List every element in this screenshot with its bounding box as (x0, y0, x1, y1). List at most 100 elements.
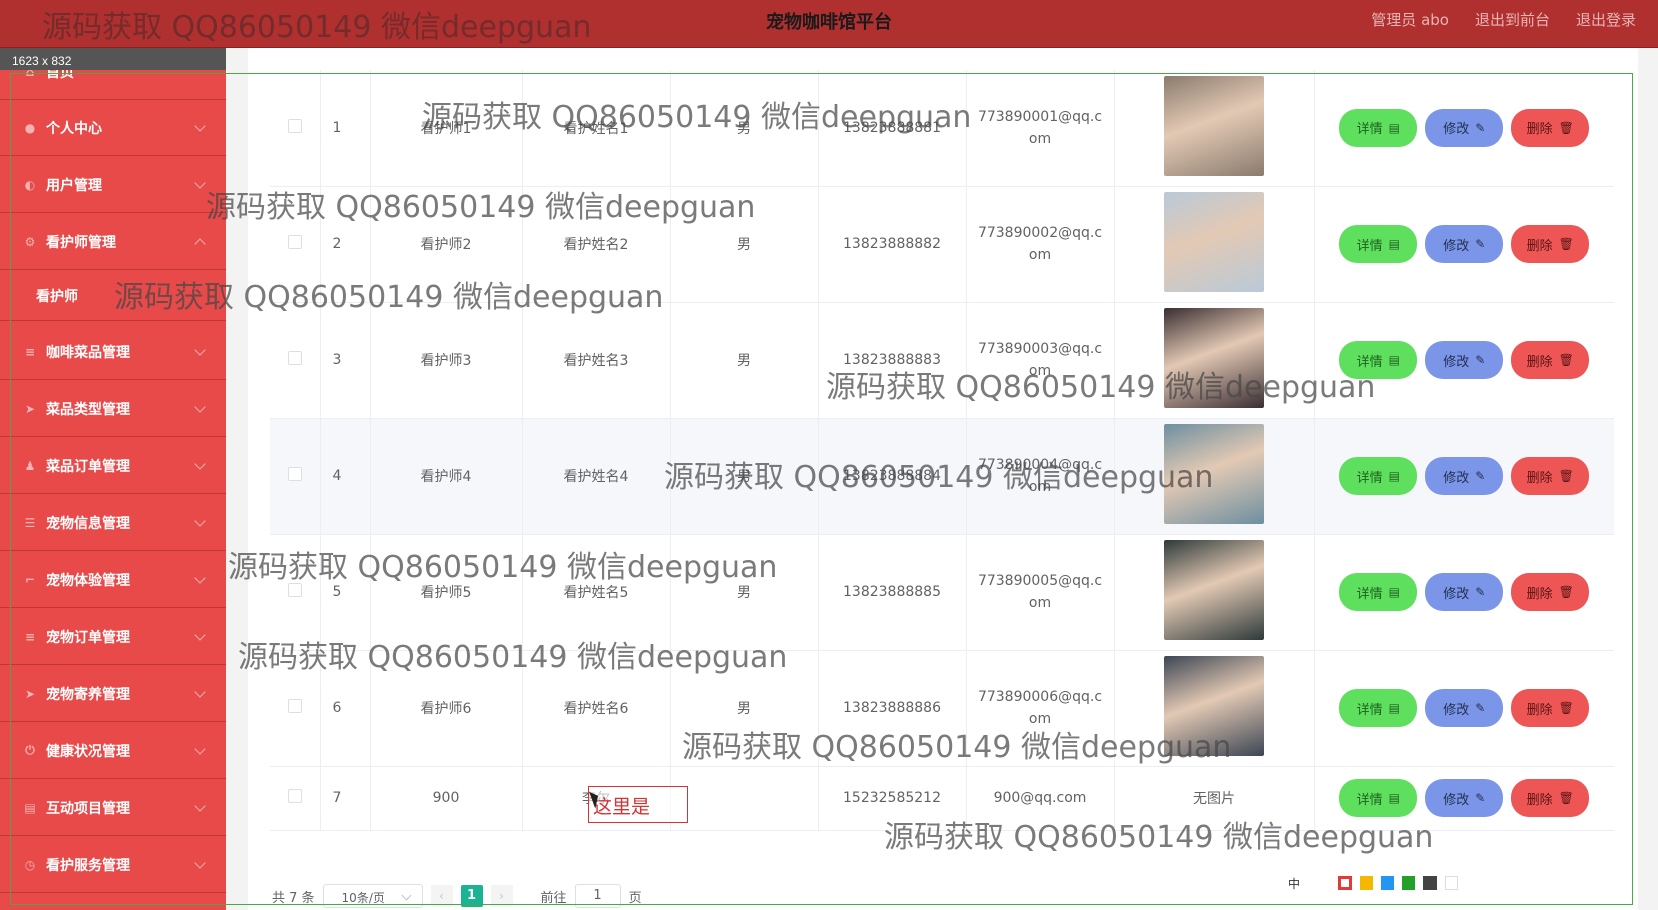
row-checkbox[interactable] (287, 235, 302, 249)
row-checkbox[interactable] (287, 467, 302, 481)
prev-page-button[interactable]: ‹ (430, 885, 453, 907)
delete-button-label: 删除 (1526, 122, 1553, 138)
row-checkbox[interactable] (287, 118, 302, 133)
edit-button-label: 修改 (1443, 702, 1470, 718)
detail-button[interactable]: 详情 ▤ (1339, 108, 1418, 147)
sidebar-item-13[interactable]: ◷ 看护服务管理 (0, 837, 226, 893)
watermark: 源码获取 QQ86050149 微信deepguan (238, 640, 788, 675)
sidebar-item-5[interactable]: ➤ 菜品类型管理 (0, 381, 226, 437)
row-index: 7 (320, 766, 371, 831)
caregiver-photo-cell (1114, 186, 1315, 303)
watermark: 源码获取 QQ86050149 微信deepguan (114, 280, 664, 315)
edit-icon: ✎ (1475, 585, 1486, 599)
detail-button[interactable]: 详情 ▤ (1339, 225, 1418, 263)
color-swatch[interactable] (1380, 876, 1395, 890)
row-checkbox[interactable] (287, 699, 302, 713)
sidebar-item-label: 宠物体验管理 (46, 572, 130, 589)
page-1-button[interactable]: 1 (460, 885, 483, 907)
annotation-textbox[interactable]: 这里是 (588, 786, 688, 823)
delete-button[interactable]: 删除 🗑 (1511, 779, 1590, 817)
caregiver-account: 900 (370, 766, 523, 831)
detail-button-label: 详情 (1356, 792, 1383, 808)
delete-button[interactable]: 删除 🗑 (1511, 108, 1590, 147)
crop-icon: ⌐ (24, 572, 36, 587)
color-swatch[interactable] (1444, 876, 1459, 890)
language-toggle[interactable]: 中 (1288, 875, 1300, 892)
color-swatch[interactable] (1423, 876, 1437, 890)
watermark: 源码获取 QQ86050149 微信deepguan (826, 370, 1376, 405)
sidebar-item-label: 互动项目管理 (46, 800, 130, 817)
delete-button-label: 删除 (1526, 702, 1553, 718)
user-icon: ● (24, 120, 36, 135)
goto-label: 前往 (540, 890, 567, 906)
sidebar-item-label: 个人中心 (46, 120, 102, 137)
edit-button-label: 修改 (1443, 470, 1470, 486)
sidebar-item-2[interactable]: ◐ 用户管理 (0, 157, 226, 213)
sidebar-item-label: 宠物信息管理 (46, 515, 130, 532)
detail-icon: ▤ (1388, 791, 1400, 805)
detail-button-label: 详情 (1356, 586, 1383, 602)
sidebar-item-10[interactable]: ➤ 宠物寄养管理 (0, 666, 226, 722)
dimensions-label: 1623 x 832 (0, 48, 226, 70)
delete-button[interactable]: 删除 🗑 (1511, 225, 1590, 263)
page-size-select[interactable]: 10条/页 (322, 884, 423, 908)
edit-button[interactable]: 修改 ✎ (1425, 225, 1504, 263)
delete-icon: 🗑 (1558, 701, 1574, 715)
sidebar-item-7[interactable]: ☰ 宠物信息管理 (0, 495, 226, 551)
delete-icon: 🗑 (1558, 353, 1574, 367)
sidebar-item-label: 看护服务管理 (46, 857, 130, 874)
caregiver-sex: 男 (670, 302, 819, 419)
caregiver-photo (1164, 192, 1264, 292)
sidebar-item-9[interactable]: ≡ 宠物订单管理 (0, 609, 226, 665)
sidebar-item-3[interactable]: ⚙ 看护师管理 (0, 214, 226, 270)
sidebar-item-11[interactable]: ⏻ 健康状况管理 (0, 723, 226, 779)
to-front-link[interactable]: 退出到前台 (1475, 9, 1550, 30)
sidebar-item-label: 咖啡菜品管理 (46, 344, 130, 361)
goto-page-input[interactable]: 1 (574, 884, 621, 908)
delete-button[interactable]: 删除 🗑 (1511, 689, 1590, 727)
color-swatch[interactable] (1338, 876, 1352, 890)
detail-button[interactable]: 详情 ▤ (1339, 573, 1418, 611)
sidebar-item-1[interactable]: ● 个人中心 (0, 100, 226, 156)
edit-button[interactable]: 修改 ✎ (1425, 689, 1504, 727)
settings-icon: ⚙ (24, 234, 36, 249)
users-icon: ◐ (24, 177, 36, 192)
annotation-palette: 中 (1288, 872, 1459, 894)
delete-button[interactable]: 删除 🗑 (1511, 573, 1590, 611)
next-page-button[interactable]: › (490, 885, 513, 907)
sidebar-item-6[interactable]: ♟ 菜品订单管理 (0, 438, 226, 494)
row-checkbox[interactable] (287, 351, 302, 365)
edit-button[interactable]: 修改 ✎ (1425, 341, 1504, 379)
row-actions: 详情 ▤ 修改 ✎ 删除 🗑 (1314, 186, 1614, 303)
color-swatch[interactable] (1359, 876, 1373, 890)
caregiver-email: 773890005@qq.com (966, 534, 1115, 651)
detail-icon: ▤ (1388, 701, 1400, 715)
chevron-down-icon (194, 401, 206, 413)
list-icon: ≡ (24, 629, 36, 644)
sidebar-item-8[interactable]: ⌐ 宠物体验管理 (0, 552, 226, 608)
color-swatch[interactable] (1402, 876, 1416, 890)
watermark: 源码获取 QQ86050149 微信deepguan (422, 100, 972, 135)
sidebar-item-12[interactable]: ▤ 互动项目管理 (0, 780, 226, 836)
detail-icon: ▤ (1388, 237, 1400, 251)
row-select-cell (270, 302, 321, 419)
edit-button[interactable]: 修改 ✎ (1425, 779, 1504, 817)
detail-button[interactable]: 详情 ▤ (1339, 457, 1418, 495)
delete-icon: 🗑 (1558, 791, 1574, 805)
edit-button[interactable]: 修改 ✎ (1425, 573, 1504, 611)
delete-button[interactable]: 删除 🗑 (1511, 341, 1590, 379)
sidebar-item-4[interactable]: ≡ 咖啡菜品管理 (0, 324, 226, 380)
logout-link[interactable]: 退出登录 (1576, 9, 1636, 30)
detail-button[interactable]: 详情 ▤ (1339, 689, 1418, 727)
row-actions: 详情 ▤ 修改 ✎ 删除 🗑 (1314, 534, 1614, 651)
edit-icon: ✎ (1475, 353, 1486, 367)
edit-icon: ✎ (1475, 120, 1486, 135)
delete-button[interactable]: 删除 🗑 (1511, 457, 1590, 495)
row-checkbox[interactable] (287, 789, 302, 803)
chevron-down-icon (194, 800, 206, 812)
caregiver-name: 看护姓名3 (522, 302, 671, 419)
caregiver-name: 看护姓名4 (522, 418, 671, 535)
edit-button[interactable]: 修改 ✎ (1425, 457, 1504, 495)
edit-button[interactable]: 修改 ✎ (1425, 108, 1504, 147)
watermark: 源码获取 QQ86050149 微信deepguan (884, 820, 1434, 855)
